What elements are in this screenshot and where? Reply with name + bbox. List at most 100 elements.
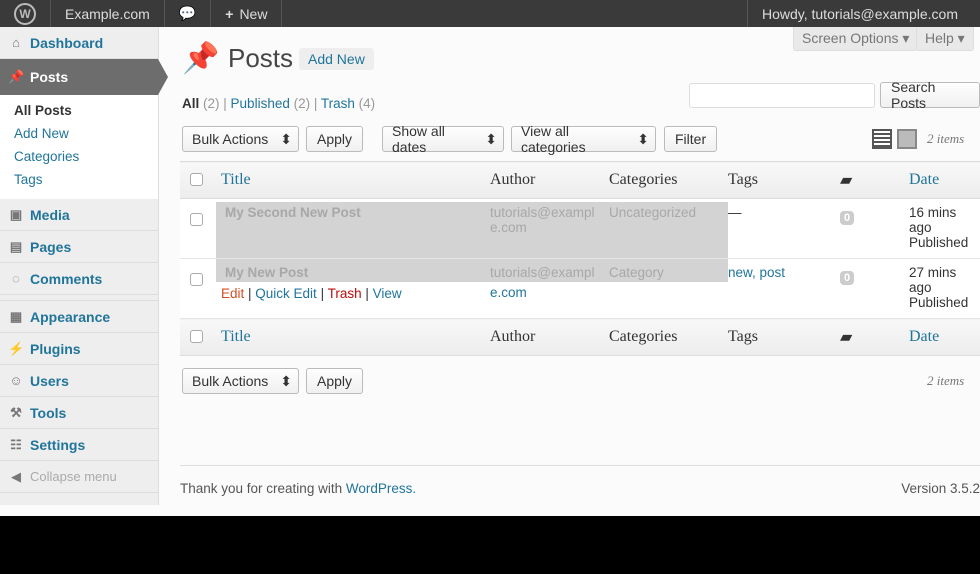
- wordpress-icon: W: [14, 2, 36, 25]
- post-tags: —: [728, 198, 840, 259]
- count: (2): [203, 96, 220, 111]
- plugin-icon: ⚡: [8, 340, 25, 356]
- list-view-icon[interactable]: [872, 129, 892, 149]
- label: Comments: [30, 270, 103, 287]
- search-posts-button[interactable]: Search Posts: [880, 79, 980, 111]
- view-published[interactable]: Published: [231, 96, 290, 111]
- select-all-checkbox[interactable]: [190, 330, 203, 343]
- row-checkbox[interactable]: [190, 213, 203, 226]
- column-title[interactable]: Title: [221, 161, 490, 199]
- submenu-all-posts[interactable]: All Posts: [0, 99, 158, 122]
- post-status: Published: [909, 295, 969, 310]
- menu-dashboard[interactable]: ⌂ Dashboard: [0, 27, 158, 59]
- submenu-tags[interactable]: Tags: [0, 168, 158, 191]
- menu-pages[interactable]: ▤ Pages: [0, 231, 158, 263]
- label: Media: [30, 206, 70, 223]
- label: Bulk Actions: [192, 373, 269, 389]
- column-title[interactable]: Title: [221, 318, 490, 356]
- post-status: Published: [909, 235, 969, 250]
- filter-button[interactable]: Filter: [664, 126, 718, 152]
- view-trash[interactable]: Trash: [321, 96, 355, 111]
- post-category[interactable]: Category: [609, 258, 728, 319]
- edit-link[interactable]: Edit: [221, 286, 244, 301]
- updown-icon: ⬍: [485, 130, 497, 147]
- quick-edit-link[interactable]: Quick Edit: [255, 286, 317, 301]
- footer: Thank you for creating with WordPress. V…: [180, 465, 980, 496]
- label: Plugins: [30, 340, 81, 357]
- apply-button[interactable]: Apply: [306, 126, 364, 152]
- home-icon: ⌂: [12, 35, 20, 50]
- comments-icon[interactable]: 💬: [165, 0, 212, 27]
- label: Tools: [30, 404, 67, 421]
- menu-plugins[interactable]: ⚡ Plugins: [0, 333, 158, 365]
- updown-icon: ⬍: [280, 372, 292, 389]
- label: Settings: [30, 436, 86, 453]
- comment-count-bubble[interactable]: 0: [840, 271, 855, 285]
- label: Appearance: [30, 308, 111, 325]
- collapse-icon: ◀: [11, 468, 21, 484]
- column-tags: Tags: [728, 161, 840, 199]
- post-author-cont[interactable]: e.com: [490, 220, 527, 235]
- post-author[interactable]: tutorials@exampl: [490, 205, 595, 220]
- updown-icon: ⬍: [280, 130, 292, 147]
- column-date[interactable]: Date: [909, 318, 980, 356]
- search-input[interactable]: [689, 83, 875, 108]
- add-new-button[interactable]: Add New: [299, 48, 374, 70]
- table-footer: Title Author Categories Tags ▰ Date: [180, 318, 980, 356]
- column-tags: Tags: [728, 318, 840, 356]
- menu-appearance[interactable]: ▦ Appearance: [0, 301, 158, 333]
- apply-button-bottom[interactable]: Apply: [306, 368, 364, 394]
- post-title[interactable]: My New Post: [221, 265, 308, 280]
- menu-media[interactable]: ▣ Media: [0, 199, 158, 231]
- view-link[interactable]: View: [373, 286, 402, 301]
- collapse-menu[interactable]: ◀ Collapse menu: [0, 461, 158, 493]
- submenu-categories[interactable]: Categories: [0, 145, 158, 168]
- admin-bar: W Example.com 💬 + New Howdy, tutorials@ex…: [0, 0, 980, 27]
- bulk-actions-select[interactable]: Bulk Actions ⬍: [182, 126, 299, 152]
- row-checkbox[interactable]: [190, 273, 203, 286]
- post-title[interactable]: My Second New Post: [221, 205, 361, 220]
- site-link[interactable]: Example.com: [51, 0, 165, 27]
- post-status-filter: All (2) | Published (2) | Trash (4): [182, 96, 376, 111]
- excerpt-view-icon[interactable]: [897, 129, 917, 149]
- screen-options-button[interactable]: Screen Options ▾: [793, 27, 919, 51]
- column-comments-icon[interactable]: ▰: [840, 161, 909, 199]
- trash-link[interactable]: Trash: [328, 286, 362, 301]
- column-comments-icon[interactable]: ▰: [840, 318, 909, 356]
- label: Dashboard: [30, 34, 104, 51]
- table-header: Title Author Categories Tags ▰ Date: [180, 161, 980, 199]
- label: View all categories: [521, 123, 586, 155]
- wordpress-link[interactable]: WordPress.: [346, 481, 416, 496]
- post-author[interactable]: tutorials@exampl: [490, 265, 595, 280]
- help-button[interactable]: Help ▾: [916, 27, 974, 51]
- footer-thanks: Thank you for creating with: [180, 481, 346, 496]
- new-menu[interactable]: + New: [211, 0, 283, 27]
- view-all[interactable]: All: [182, 96, 199, 111]
- label: Pages: [30, 238, 72, 255]
- comment-count-bubble[interactable]: 0: [840, 211, 855, 225]
- post-author-cont[interactable]: e.com: [490, 285, 527, 300]
- column-date[interactable]: Date: [909, 161, 980, 199]
- menu-users[interactable]: ☺ Users: [0, 365, 158, 397]
- howdy-account[interactable]: Howdy, tutorials@example.com: [746, 0, 980, 27]
- updown-icon: ⬍: [637, 130, 649, 147]
- post-tags[interactable]: new, post: [728, 258, 840, 319]
- menu-tools[interactable]: ⚒ Tools: [0, 397, 158, 429]
- comments-icon: ◌: [12, 271, 20, 286]
- post-date: 27 mins: [909, 265, 957, 280]
- table-row: My New Post Edit | Quick Edit | Trash | V…: [180, 258, 980, 319]
- dates-select[interactable]: Show all dates ⬍: [382, 123, 504, 155]
- count: (2): [293, 96, 311, 111]
- bulk-actions-select-bottom[interactable]: Bulk Actions ⬍: [182, 368, 299, 394]
- select-all-checkbox[interactable]: [190, 173, 203, 186]
- menu-posts[interactable]: 📌 Posts: [0, 59, 168, 95]
- wordpress-logo[interactable]: W: [0, 0, 51, 27]
- categories-select[interactable]: View all categories ⬍: [511, 123, 656, 155]
- menu-settings[interactable]: ☷ Settings: [0, 429, 158, 461]
- post-category[interactable]: Uncategorized: [609, 198, 728, 259]
- column-author: Author: [490, 161, 609, 199]
- post-date-cont: ago: [909, 280, 932, 295]
- submenu-add-new[interactable]: Add New: [0, 122, 158, 145]
- label: Screen Options: [802, 30, 899, 46]
- menu-comments[interactable]: ◌ Comments: [0, 263, 158, 295]
